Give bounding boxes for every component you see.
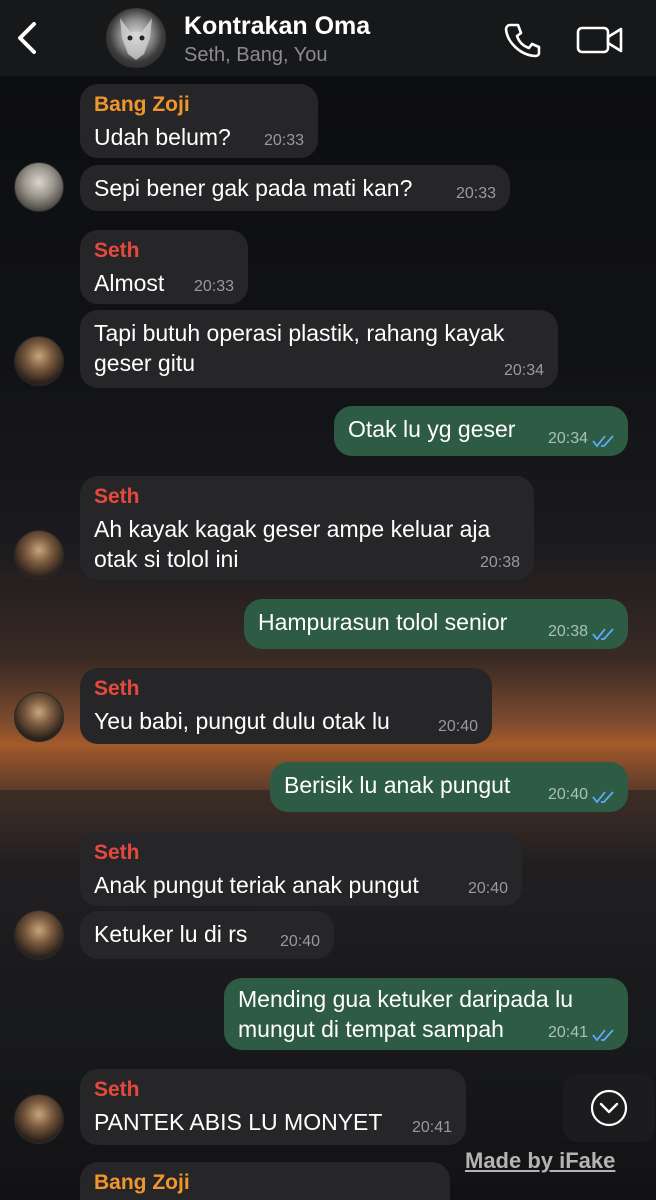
sender-avatar[interactable] — [14, 530, 64, 580]
watermark: Made by iFake — [465, 1148, 616, 1173]
sender-name[interactable]: Bang Zoji — [94, 92, 304, 118]
message-bubble[interactable]: Sepi bener gak pada mati kan? 20:33 — [80, 165, 510, 211]
message-bubble[interactable]: Bang Zoji — [80, 1162, 450, 1200]
read-ticks-icon — [592, 628, 614, 641]
message-time: 20:38 — [547, 623, 588, 640]
sender-name[interactable]: Bang Zoji — [94, 1170, 436, 1196]
sender-name[interactable]: Seth — [94, 1077, 452, 1103]
group-avatar[interactable] — [106, 8, 166, 68]
message-time: 20:34 — [547, 430, 588, 447]
message-time: 20:33 — [193, 278, 234, 295]
message-text-line: Mending gua ketuker daripada lu — [238, 986, 574, 1012]
sender-avatar[interactable] — [14, 162, 64, 212]
message-text: PANTEK ABIS LU MONYET — [94, 1109, 383, 1135]
message-bubble[interactable]: Tapi butuh operasi plastik, rahang kayak… — [80, 310, 558, 388]
message-time: 20:33 — [263, 132, 304, 149]
call-button[interactable] — [502, 20, 542, 60]
sender-name[interactable]: Seth — [94, 238, 234, 264]
scroll-to-bottom-button[interactable] — [563, 1074, 655, 1142]
video-call-button[interactable] — [576, 20, 624, 60]
chat-header: Kontrakan Oma Seth, Bang, You — [0, 0, 656, 76]
message-time: 20:41 — [547, 1024, 588, 1041]
message-bubble[interactable]: Seth Yeu babi, pungut dulu otak lu 20:40 — [80, 668, 492, 744]
message-text: Yeu babi, pungut dulu otak lu — [94, 708, 390, 734]
sender-avatar[interactable] — [14, 910, 64, 960]
sender-name[interactable]: Seth — [94, 484, 520, 510]
message-text: Anak pungut teriak anak pungut — [94, 872, 419, 898]
chevron-down-icon — [590, 1089, 628, 1127]
message-bubble[interactable]: Seth Anak pungut teriak anak pungut 20:4… — [80, 832, 522, 906]
read-ticks-icon — [592, 435, 614, 448]
message-time: 20:40 — [547, 786, 588, 803]
message-text-line: Tapi butuh operasi plastik, rahang kayak — [94, 320, 505, 346]
message-time: 20:38 — [479, 554, 520, 571]
message-time: 20:41 — [411, 1119, 452, 1136]
message-bubble[interactable]: Seth PANTEK ABIS LU MONYET 20:41 — [80, 1069, 466, 1145]
message-time: 20:40 — [279, 933, 320, 950]
message-bubble-outgoing[interactable]: Berisik lu anak pungut 20:40 — [270, 762, 628, 812]
video-camera-icon — [576, 26, 623, 54]
message-time: 20:33 — [455, 185, 496, 202]
phone-icon — [504, 23, 541, 58]
message-bubble[interactable]: Bang Zoji Udah belum? 20:33 — [80, 84, 318, 158]
sender-avatar[interactable] — [14, 336, 64, 386]
message-bubble[interactable]: Seth Ah kayak kagak geser ampe keluar aj… — [80, 476, 534, 580]
sender-avatar[interactable] — [14, 692, 64, 742]
message-time: 20:40 — [467, 880, 508, 897]
sender-name[interactable]: Seth — [94, 676, 478, 702]
message-text-line: Ah kayak kagak geser ampe keluar aja — [94, 516, 491, 542]
sender-name[interactable]: Seth — [94, 840, 508, 866]
message-time: 20:40 — [437, 718, 478, 735]
message-text-line: otak si tolol ini — [94, 546, 239, 572]
message-bubble-outgoing[interactable]: Hampurasun tolol senior 20:38 — [244, 599, 628, 649]
message-bubble[interactable]: Seth Almost 20:33 — [80, 230, 248, 304]
sender-avatar[interactable] — [14, 1094, 64, 1144]
wolf-avatar-icon — [120, 18, 152, 60]
read-ticks-icon — [592, 791, 614, 804]
message-bubble-outgoing[interactable]: Otak lu yg geser 20:34 — [334, 406, 628, 456]
message-bubble-outgoing[interactable]: Mending gua ketuker daripada lu mungut d… — [224, 978, 628, 1050]
message-bubble[interactable]: Ketuker lu di rs 20:40 — [80, 911, 334, 959]
read-ticks-icon — [592, 1029, 614, 1042]
chat-participants: Seth, Bang, You — [184, 44, 328, 66]
back-button[interactable] — [12, 18, 44, 58]
chat-title[interactable]: Kontrakan Oma — [184, 12, 370, 41]
message-text-line: geser gitu — [94, 350, 196, 376]
message-time: 20:34 — [503, 362, 544, 379]
message-text: Sepi bener gak pada mati kan? — [94, 175, 413, 201]
chevron-left-icon — [18, 22, 36, 54]
